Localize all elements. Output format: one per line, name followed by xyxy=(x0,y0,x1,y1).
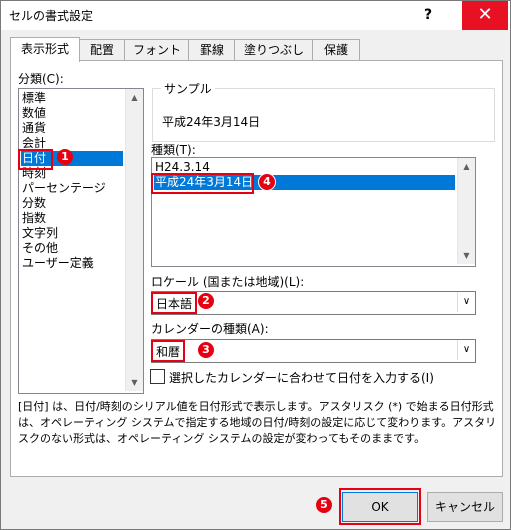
type-item-selected[interactable]: 平成24年3月14日 xyxy=(154,175,455,190)
category-item[interactable]: 指数 xyxy=(21,211,46,226)
category-item[interactable]: 時刻 xyxy=(21,166,46,181)
category-item[interactable]: 分数 xyxy=(21,196,46,211)
category-item[interactable]: パーセンテージ xyxy=(21,181,106,196)
window-title: セルの書式設定 xyxy=(9,9,94,23)
calendar-label: カレンダーの種類(A): xyxy=(151,322,269,336)
tab-border[interactable]: 罫線 xyxy=(188,39,236,60)
category-item[interactable]: 会計 xyxy=(21,136,46,151)
scroll-up-icon[interactable]: ▲ xyxy=(458,158,475,175)
category-list[interactable]: 標準 数値 通貨 会計 日付 時刻 パーセンテージ 分数 指数 文字列 その他 … xyxy=(18,88,144,394)
checkbox-label[interactable]: 選択したカレンダーに合わせて日付を入力する(I) xyxy=(169,369,434,386)
scroll-down-icon[interactable]: ▼ xyxy=(458,247,475,264)
help-button[interactable]: ? xyxy=(418,7,438,25)
sample-label: サンプル xyxy=(161,80,215,97)
type-list[interactable]: H24.3.14 平成24年3月14日 ▲ ▼ xyxy=(151,157,476,267)
tab-panel: 分類(C): 標準 数値 通貨 会計 日付 時刻 パーセンテージ 分数 指数 文… xyxy=(10,60,503,477)
chevron-down-icon[interactable]: ∨ xyxy=(457,292,475,312)
category-label: 分類(C): xyxy=(18,72,64,86)
title-bar: セルの書式設定 ? ✕ xyxy=(1,1,510,30)
category-item[interactable]: その他 xyxy=(21,241,58,256)
annotation-badge-5: 5 xyxy=(316,497,332,513)
tab-protection[interactable]: 保護 xyxy=(312,39,360,60)
type-item[interactable]: H24.3.14 xyxy=(154,160,210,175)
category-item[interactable]: ユーザー定義 xyxy=(21,256,94,271)
annotation-badge-2: 2 xyxy=(198,293,214,309)
category-scrollbar[interactable]: ▲ ▼ xyxy=(125,89,143,391)
cancel-button[interactable]: キャンセル xyxy=(427,492,503,522)
type-scrollbar[interactable]: ▲ ▼ xyxy=(457,158,475,264)
category-item[interactable]: 標準 xyxy=(21,91,46,106)
chevron-down-icon[interactable]: ∨ xyxy=(457,340,475,360)
category-item[interactable]: 文字列 xyxy=(21,226,58,241)
format-description: [日付] は、日付/時刻のシリアル値を日付形式で表示します。アスタリスク (*)… xyxy=(18,400,497,445)
calendar-value: 和暦 xyxy=(156,345,181,359)
annotation-badge-4: 4 xyxy=(258,173,276,191)
locale-value: 日本語 xyxy=(156,297,193,311)
tab-number-format[interactable]: 表示形式 xyxy=(10,37,80,62)
tab-font[interactable]: フォント xyxy=(124,39,190,60)
ok-button[interactable]: OK xyxy=(342,492,418,522)
annotation-badge-1: 1 xyxy=(57,149,73,165)
tab-alignment[interactable]: 配置 xyxy=(78,39,126,60)
type-label: 種類(T): xyxy=(151,143,196,157)
input-by-calendar-checkbox[interactable] xyxy=(150,369,165,384)
tab-fill[interactable]: 塗りつぶし xyxy=(234,39,314,60)
locale-label: ロケール (国または地域)(L): xyxy=(151,275,305,289)
sample-group: サンプル 平成24年3月14日 xyxy=(152,80,495,142)
close-button[interactable]: ✕ xyxy=(462,1,508,30)
annotation-badge-3: 3 xyxy=(198,342,214,358)
scroll-up-icon[interactable]: ▲ xyxy=(126,89,143,106)
category-item[interactable]: 通貨 xyxy=(21,121,46,136)
sample-value: 平成24年3月14日 xyxy=(162,115,261,129)
category-item[interactable]: 数値 xyxy=(21,106,46,121)
format-cells-dialog: セルの書式設定 ? ✕ 表示形式 配置 フォント 罫線 塗りつぶし 保護 分類(… xyxy=(0,0,511,530)
scroll-down-icon[interactable]: ▼ xyxy=(126,374,143,391)
